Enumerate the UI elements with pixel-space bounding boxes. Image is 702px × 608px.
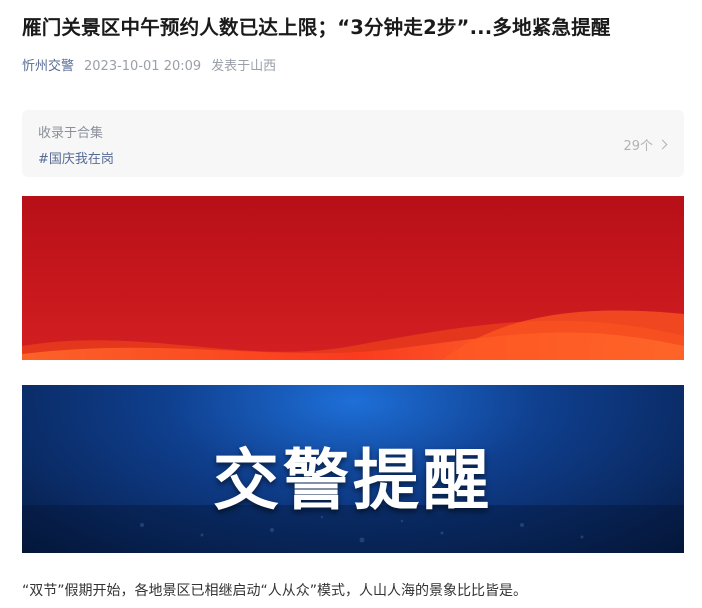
- collection-count[interactable]: 29个: [623, 135, 668, 154]
- collection-card[interactable]: 收录于合集 #国庆我在岗 29个: [22, 110, 684, 177]
- collection-count-text: 29个: [623, 139, 653, 154]
- article-paragraph: “双节”假期开始，各地景区已相继启动“人从众”模式，人山人海的景象比比皆是。: [22, 583, 528, 599]
- collection-label: 收录于合集: [38, 126, 104, 141]
- red-wave-icon: [22, 196, 684, 360]
- article-meta: 忻州交警 2023-10-01 20:09 发表于山西: [22, 58, 276, 76]
- chevron-right-icon: [657, 139, 668, 150]
- publish-datetime: 2023-10-01 20:09: [84, 59, 202, 74]
- article-title: 雁门关景区中午预约人数已达上限；“3分钟走2步”...多地紧急提醒: [22, 16, 611, 39]
- red-banner-image: [22, 196, 684, 360]
- publish-location: 发表于山西: [211, 59, 277, 74]
- banner-headline: 交警提醒: [213, 441, 493, 519]
- blue-banner-image: 交警提醒: [22, 385, 684, 553]
- collection-tag-link[interactable]: #国庆我在岗: [38, 148, 114, 167]
- account-name-link[interactable]: 忻州交警: [22, 58, 74, 76]
